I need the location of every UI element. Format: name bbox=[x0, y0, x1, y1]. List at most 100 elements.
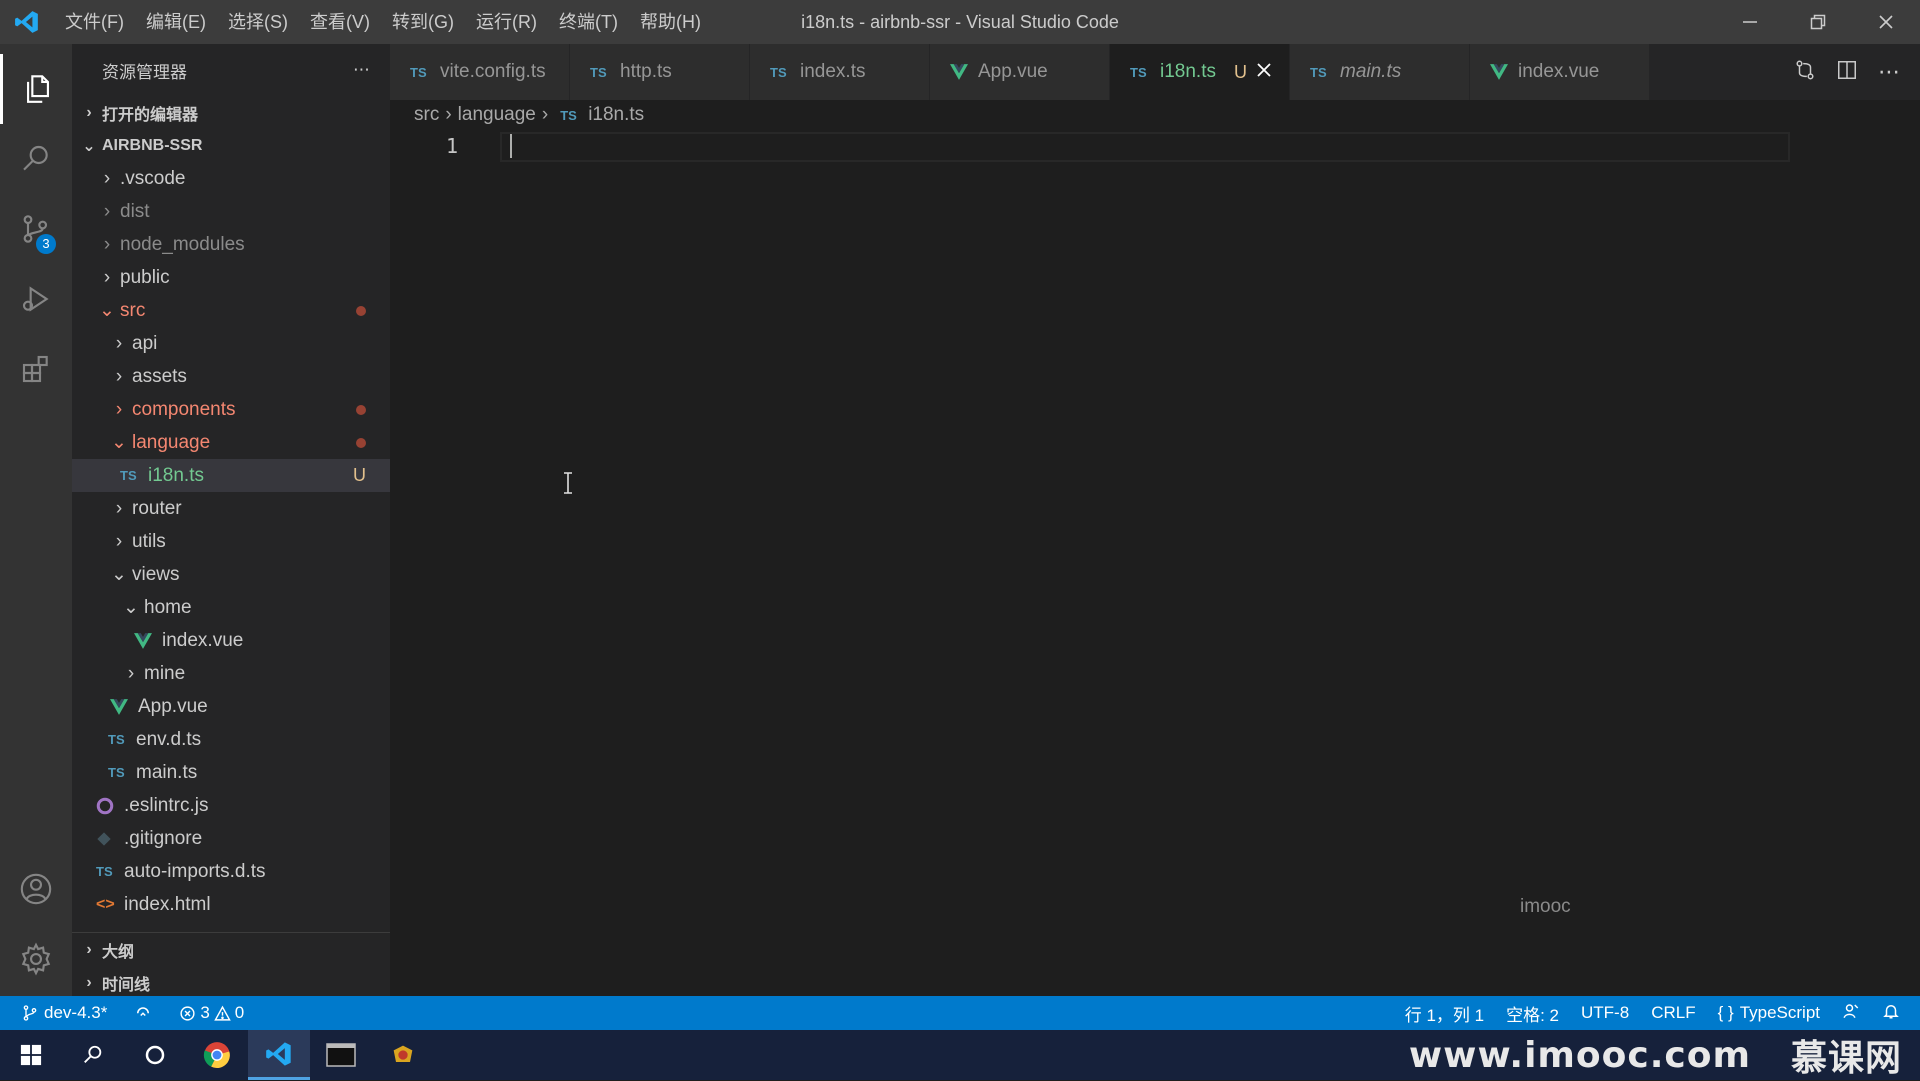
search-icon[interactable] bbox=[0, 124, 72, 194]
chevron-down-icon: ⌄ bbox=[111, 432, 127, 453]
tree-item-env-d-ts[interactable]: TS env.d.ts bbox=[72, 723, 390, 756]
project-section[interactable]: ⌄ AIRBNB-SSR bbox=[72, 129, 390, 162]
language-mode[interactable]: { } TypeScript bbox=[1718, 1003, 1820, 1023]
tree-item-assets[interactable]: › assets bbox=[72, 360, 390, 393]
indentation[interactable]: 空格: 2 bbox=[1506, 1001, 1559, 1026]
tree-item-src[interactable]: ⌄ src bbox=[72, 294, 390, 327]
cortana-icon[interactable] bbox=[124, 1030, 186, 1080]
typescript-file-icon: TS bbox=[590, 64, 607, 80]
tab-vite-config[interactable]: TS vite.config.ts bbox=[390, 44, 570, 100]
tree-item-router[interactable]: › router bbox=[72, 492, 390, 525]
encoding[interactable]: UTF-8 bbox=[1581, 1003, 1629, 1023]
breadcrumb-file[interactable]: i18n.ts bbox=[588, 104, 644, 126]
outline-label: 大纲 bbox=[102, 943, 135, 961]
close-tab-icon[interactable] bbox=[1257, 61, 1271, 83]
typescript-file-icon: TS bbox=[108, 765, 125, 780]
menu-selection[interactable]: 选择(S) bbox=[217, 0, 299, 44]
tab-index-ts[interactable]: TS index.ts bbox=[750, 44, 930, 100]
tree-item-main-ts[interactable]: TS main.ts bbox=[72, 756, 390, 789]
tab-i18n[interactable]: TS i18n.ts U bbox=[1110, 44, 1290, 100]
restore-button[interactable] bbox=[1784, 0, 1852, 44]
settings-gear-icon[interactable] bbox=[0, 924, 72, 994]
tree-item-auto-imports[interactable]: TS auto-imports.d.ts bbox=[72, 855, 390, 888]
tree-item-utils[interactable]: › utils bbox=[72, 525, 390, 558]
split-editor-icon[interactable] bbox=[1836, 59, 1858, 86]
chevron-down-icon: ⌄ bbox=[99, 300, 115, 321]
menu-edit[interactable]: 编辑(E) bbox=[135, 0, 217, 44]
tree-item-home-index-vue[interactable]: index.vue bbox=[72, 624, 390, 657]
tree-item-vscode[interactable]: › .vscode bbox=[72, 162, 390, 195]
tree-item-mine[interactable]: › mine bbox=[72, 657, 390, 690]
tree-label: index.html bbox=[124, 893, 211, 915]
open-changes-icon[interactable] bbox=[1794, 59, 1816, 86]
branch-indicator[interactable]: dev-4.3* bbox=[22, 1003, 107, 1023]
feedback-icon[interactable] bbox=[1842, 1002, 1860, 1025]
tree-label: src bbox=[120, 299, 146, 321]
app-icon[interactable] bbox=[372, 1030, 434, 1080]
code-editor[interactable]: 1 imooc bbox=[390, 130, 1920, 996]
outline-section[interactable]: › 大纲 bbox=[72, 933, 134, 966]
windows-start-icon[interactable] bbox=[0, 1030, 62, 1080]
problems-indicator[interactable]: 3 0 bbox=[179, 1003, 244, 1023]
open-editors-section[interactable]: › 打开的编辑器 bbox=[72, 96, 390, 129]
close-window-button[interactable] bbox=[1852, 0, 1920, 44]
tree-item-dist[interactable]: › dist bbox=[72, 195, 390, 228]
more-actions-icon[interactable]: ⋯ bbox=[353, 60, 370, 80]
vscode-logo-icon[interactable] bbox=[0, 0, 54, 44]
minimize-button[interactable] bbox=[1716, 0, 1784, 44]
menu-file[interactable]: 文件(F) bbox=[54, 0, 135, 44]
explorer-icon[interactable] bbox=[0, 54, 72, 124]
typescript-file-icon: TS bbox=[770, 64, 787, 80]
tree-label: index.vue bbox=[162, 629, 244, 651]
tree-item-app-vue[interactable]: App.vue bbox=[72, 690, 390, 723]
tree-item-language[interactable]: ⌄ language bbox=[72, 426, 390, 459]
sync-icon[interactable] bbox=[133, 1002, 153, 1025]
html-file-icon: <> bbox=[96, 895, 115, 913]
tree-item-api[interactable]: › api bbox=[72, 327, 390, 360]
source-control-icon[interactable]: 3 bbox=[0, 194, 72, 264]
tab-app-vue[interactable]: App.vue bbox=[930, 44, 1110, 100]
chevron-right-icon: › bbox=[127, 662, 135, 684]
more-actions-icon[interactable]: ⋯ bbox=[1878, 59, 1900, 85]
extensions-icon[interactable] bbox=[0, 334, 72, 404]
tree-label: i18n.ts bbox=[148, 464, 204, 486]
menu-go[interactable]: 转到(G) bbox=[381, 0, 465, 44]
breadcrumb-language[interactable]: language bbox=[458, 104, 536, 126]
tree-item-index-html[interactable]: <> index.html bbox=[72, 888, 390, 921]
menu-view[interactable]: 查看(V) bbox=[299, 0, 381, 44]
chevron-right-icon: › bbox=[115, 332, 123, 354]
run-debug-icon[interactable] bbox=[0, 264, 72, 334]
tree-item-components[interactable]: › components bbox=[72, 393, 390, 426]
tree-label: .eslintrc.js bbox=[124, 794, 209, 816]
tree-item-views[interactable]: ⌄ views bbox=[72, 558, 390, 591]
line-ending[interactable]: CRLF bbox=[1651, 1003, 1695, 1023]
taskbar-search-icon[interactable] bbox=[62, 1030, 124, 1080]
tree-item-home[interactable]: ⌄ home bbox=[72, 591, 390, 624]
breadcrumb-src[interactable]: src bbox=[414, 104, 439, 126]
typescript-file-icon: TS bbox=[1310, 64, 1327, 80]
tree-item-node-modules[interactable]: › node_modules bbox=[72, 228, 390, 261]
tree-item-public[interactable]: › public bbox=[72, 261, 390, 294]
modified-dot bbox=[356, 405, 366, 415]
chevron-right-icon: › bbox=[86, 103, 92, 121]
account-icon[interactable] bbox=[0, 854, 72, 924]
tree-label: App.vue bbox=[138, 695, 208, 717]
terminal-icon[interactable] bbox=[310, 1030, 372, 1080]
notifications-bell-icon[interactable] bbox=[1882, 1002, 1900, 1025]
tree-item-gitignore[interactable]: .gitignore bbox=[72, 822, 390, 855]
tab-http[interactable]: TS http.ts bbox=[570, 44, 750, 100]
tab-main-ts[interactable]: TS main.ts bbox=[1290, 44, 1470, 100]
menu-help[interactable]: 帮助(H) bbox=[629, 0, 712, 44]
timeline-section[interactable]: › 时间线 bbox=[72, 966, 150, 999]
cursor-position[interactable]: 行 1，列 1 bbox=[1405, 1001, 1484, 1026]
tree-item-eslintrc[interactable]: .eslintrc.js bbox=[72, 789, 390, 822]
tree-label: utils bbox=[132, 530, 166, 552]
tree-item-i18n[interactable]: TS i18n.ts U bbox=[72, 459, 390, 492]
menu-run[interactable]: 运行(R) bbox=[465, 0, 548, 44]
chrome-icon[interactable] bbox=[186, 1030, 248, 1080]
tab-index-vue[interactable]: index.vue bbox=[1470, 44, 1650, 100]
chevron-right-icon: › bbox=[541, 104, 549, 125]
vscode-taskbar-icon[interactable] bbox=[248, 1030, 310, 1080]
chevron-right-icon: › bbox=[103, 167, 111, 189]
menu-terminal[interactable]: 终端(T) bbox=[548, 0, 629, 44]
